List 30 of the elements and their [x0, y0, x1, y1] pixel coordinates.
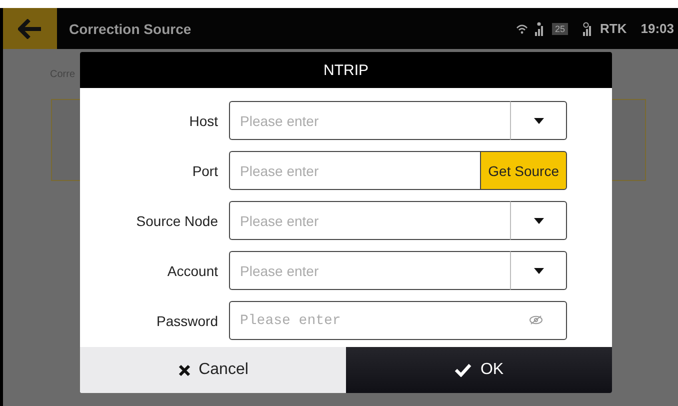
field-label: Password — [156, 312, 218, 328]
field-label: Account — [166, 262, 218, 278]
wifi-icon — [516, 24, 528, 34]
cancel-button[interactable]: Cancel — [80, 347, 346, 393]
caret-icon — [534, 268, 544, 274]
dropdown-button[interactable] — [510, 201, 567, 240]
ok-button[interactable]: OK — [346, 347, 612, 393]
clock: 19:03 — [640, 21, 674, 36]
dialog-title: NTRIP — [80, 52, 612, 88]
input-field[interactable]: Please enter — [229, 201, 510, 240]
satellite-count: 25 — [552, 22, 568, 34]
field-label: Source Node — [135, 212, 218, 228]
input-field[interactable]: Please enter — [229, 101, 510, 140]
field-label: Host — [188, 112, 218, 128]
screen-title: Correction Source — [69, 20, 192, 36]
input-field[interactable]: Please enter — [229, 151, 480, 190]
dropdown-button[interactable] — [510, 251, 567, 290]
get-source-button[interactable]: Get Source — [480, 151, 567, 190]
field-label: Port — [191, 162, 218, 178]
check-icon — [454, 363, 472, 377]
hidden-eye-icon[interactable] — [529, 315, 543, 325]
back-arrow-icon — [18, 18, 42, 38]
password-field[interactable]: Please enter — [229, 301, 567, 340]
back-button[interactable] — [3, 8, 57, 49]
close-icon — [178, 364, 191, 376]
dropdown-button[interactable] — [510, 101, 567, 140]
caret-icon — [534, 118, 544, 124]
input-field[interactable]: Please enter — [229, 251, 510, 290]
caret-icon — [534, 218, 544, 224]
rtk-status: RTK — [600, 21, 627, 36]
